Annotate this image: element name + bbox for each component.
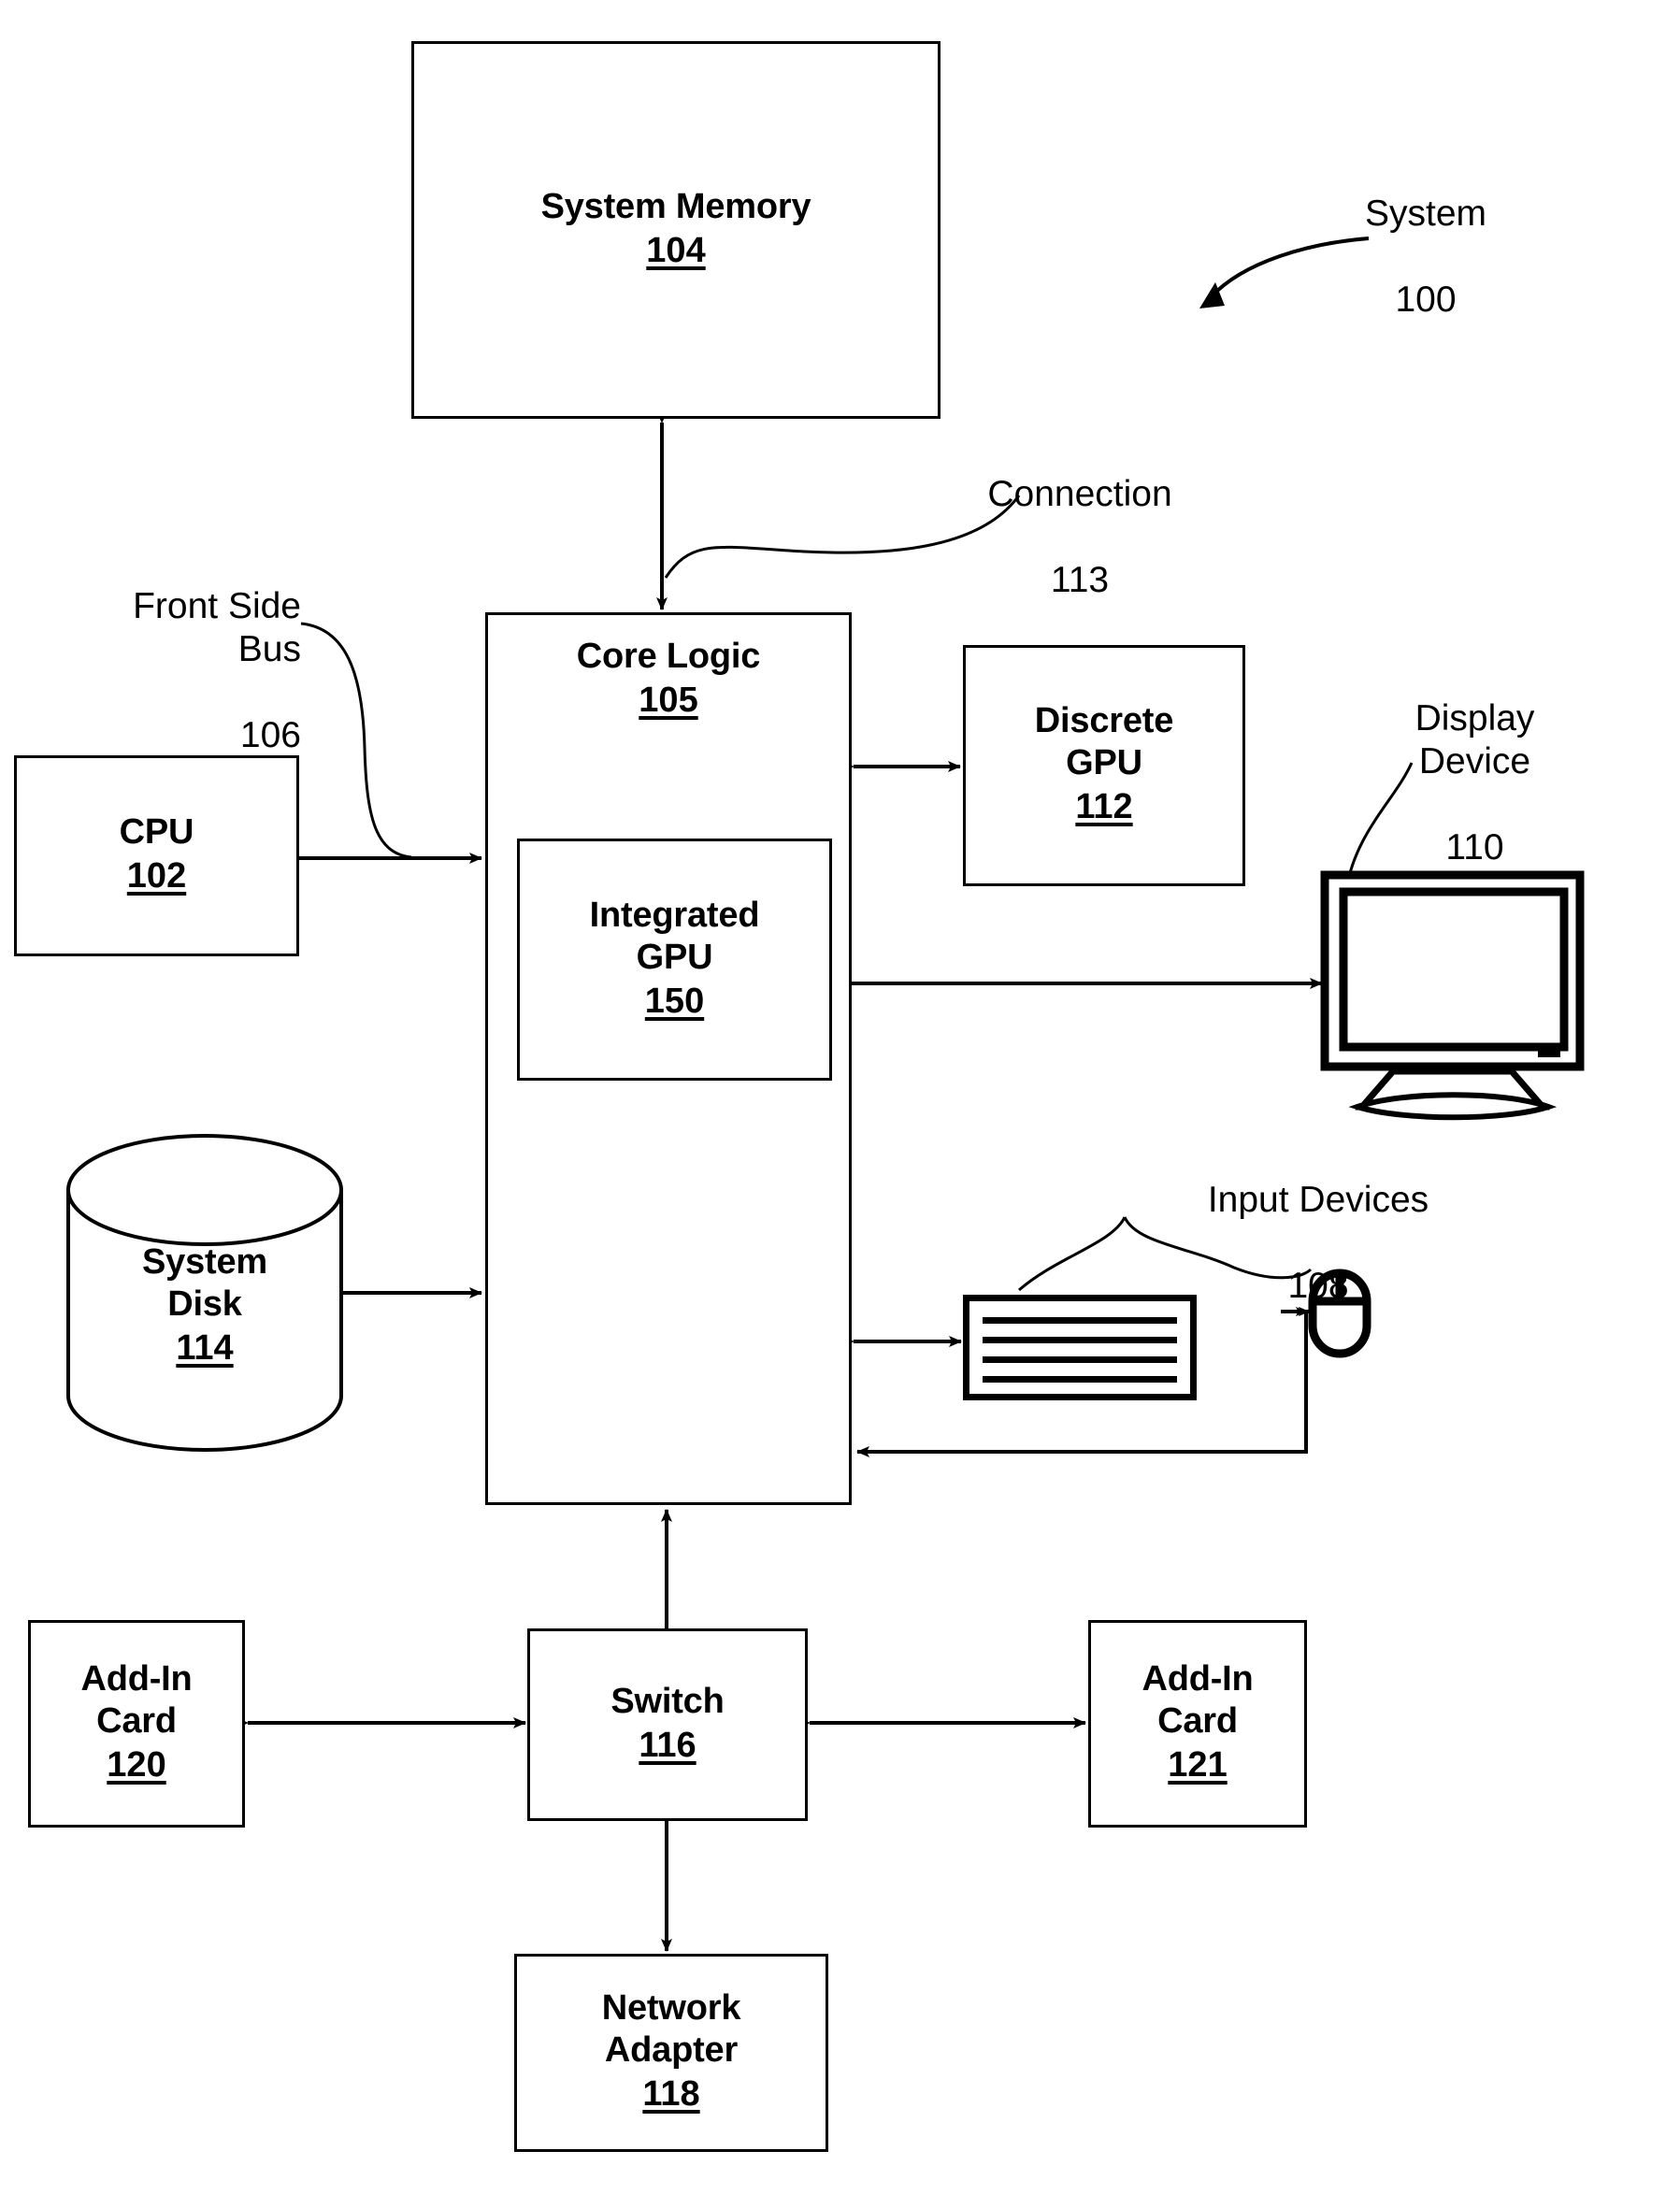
block-system-memory-label: System Memory [540,186,811,226]
callout-input-devices-108-label: Input Devices [1207,1180,1429,1221]
block-network-adapter-ref: 118 [642,2074,700,2115]
block-system-memory[interactable]: System Memory 104 [411,41,941,419]
callout-front-side-bus-106-label: Front Side Bus [133,586,301,670]
block-network-adapter[interactable]: Network Adapter 118 [514,1954,828,2152]
block-system-memory-ref: 104 [646,230,706,270]
block-cpu[interactable]: CPU 102 [14,755,299,956]
block-cpu-ref: 102 [126,856,187,896]
block-discrete-gpu-ref: 112 [1075,787,1133,827]
keyboard-row [983,1356,1177,1363]
figure-title-ref: 100 [1395,280,1457,321]
figure-title: System 100 [1309,150,1543,322]
callout-input-devices-108: Input Devices 108 [1150,1136,1486,1308]
callout-display-device-110: Display Device 110 [1360,654,1589,869]
block-discrete-gpu[interactable]: Discrete GPU 112 [963,645,1245,886]
keyboard-row [983,1376,1177,1383]
keyboard-row [983,1317,1177,1324]
block-add-in-card-121-label: Add-In Card [1142,1659,1254,1742]
block-switch-label: Switch [610,1681,725,1721]
block-integrated-gpu-ref: 150 [644,981,705,1021]
keyboard-icon[interactable] [963,1295,1197,1400]
block-integrated-gpu[interactable]: Integrated GPU 150 [517,839,832,1081]
block-network-adapter-label: Network Adapter [601,1988,741,2071]
block-add-in-card-121-ref: 121 [1168,1745,1228,1785]
block-add-in-card-120-ref: 120 [107,1745,166,1785]
callout-display-device-110-ref: 110 [1445,827,1504,868]
block-system-disk-ref: 114 [176,1328,234,1369]
block-add-in-card-120[interactable]: Add-In Card 120 [28,1620,245,1828]
block-switch-ref: 116 [639,1725,696,1765]
block-integrated-gpu-label: Integrated GPU [589,895,760,977]
figure-canvas: System Memory 104 Core Logic 105 Integra… [0,0,1680,2194]
block-core-logic-label: Core Logic [576,637,761,676]
figure-title-label: System [1364,194,1487,235]
block-core-logic-ref: 105 [639,680,698,720]
block-switch[interactable]: Switch 116 [527,1628,808,1821]
leader-input-devices-keyboard [1018,1216,1127,1292]
leader-system-100-arrowhead [1199,282,1225,308]
callout-connection-113-label: Connection [987,474,1172,515]
leader-front-side-bus [300,622,412,859]
callout-connection-113: Connection 113 [940,430,1220,602]
callout-display-device-110-label: Display Device [1414,698,1535,782]
block-add-in-card-120-label: Add-In Card [80,1659,193,1742]
block-system-disk-label: System Disk [142,1242,267,1325]
callout-front-side-bus-106-ref: 106 [239,715,301,756]
monitor-icon [1320,870,1585,1121]
block-system-disk[interactable]: System Disk 114 [68,1199,341,1414]
callout-connection-113-ref: 113 [1050,560,1110,601]
callout-input-devices-108-ref: 108 [1287,1266,1349,1307]
block-discrete-gpu-label: Discrete GPU [1034,701,1174,783]
callout-front-side-bus-106: Front Side Bus 106 [56,542,301,757]
block-cpu-label: CPU [119,812,194,853]
keyboard-row [983,1337,1177,1343]
block-add-in-card-121[interactable]: Add-In Card 121 [1088,1620,1307,1828]
